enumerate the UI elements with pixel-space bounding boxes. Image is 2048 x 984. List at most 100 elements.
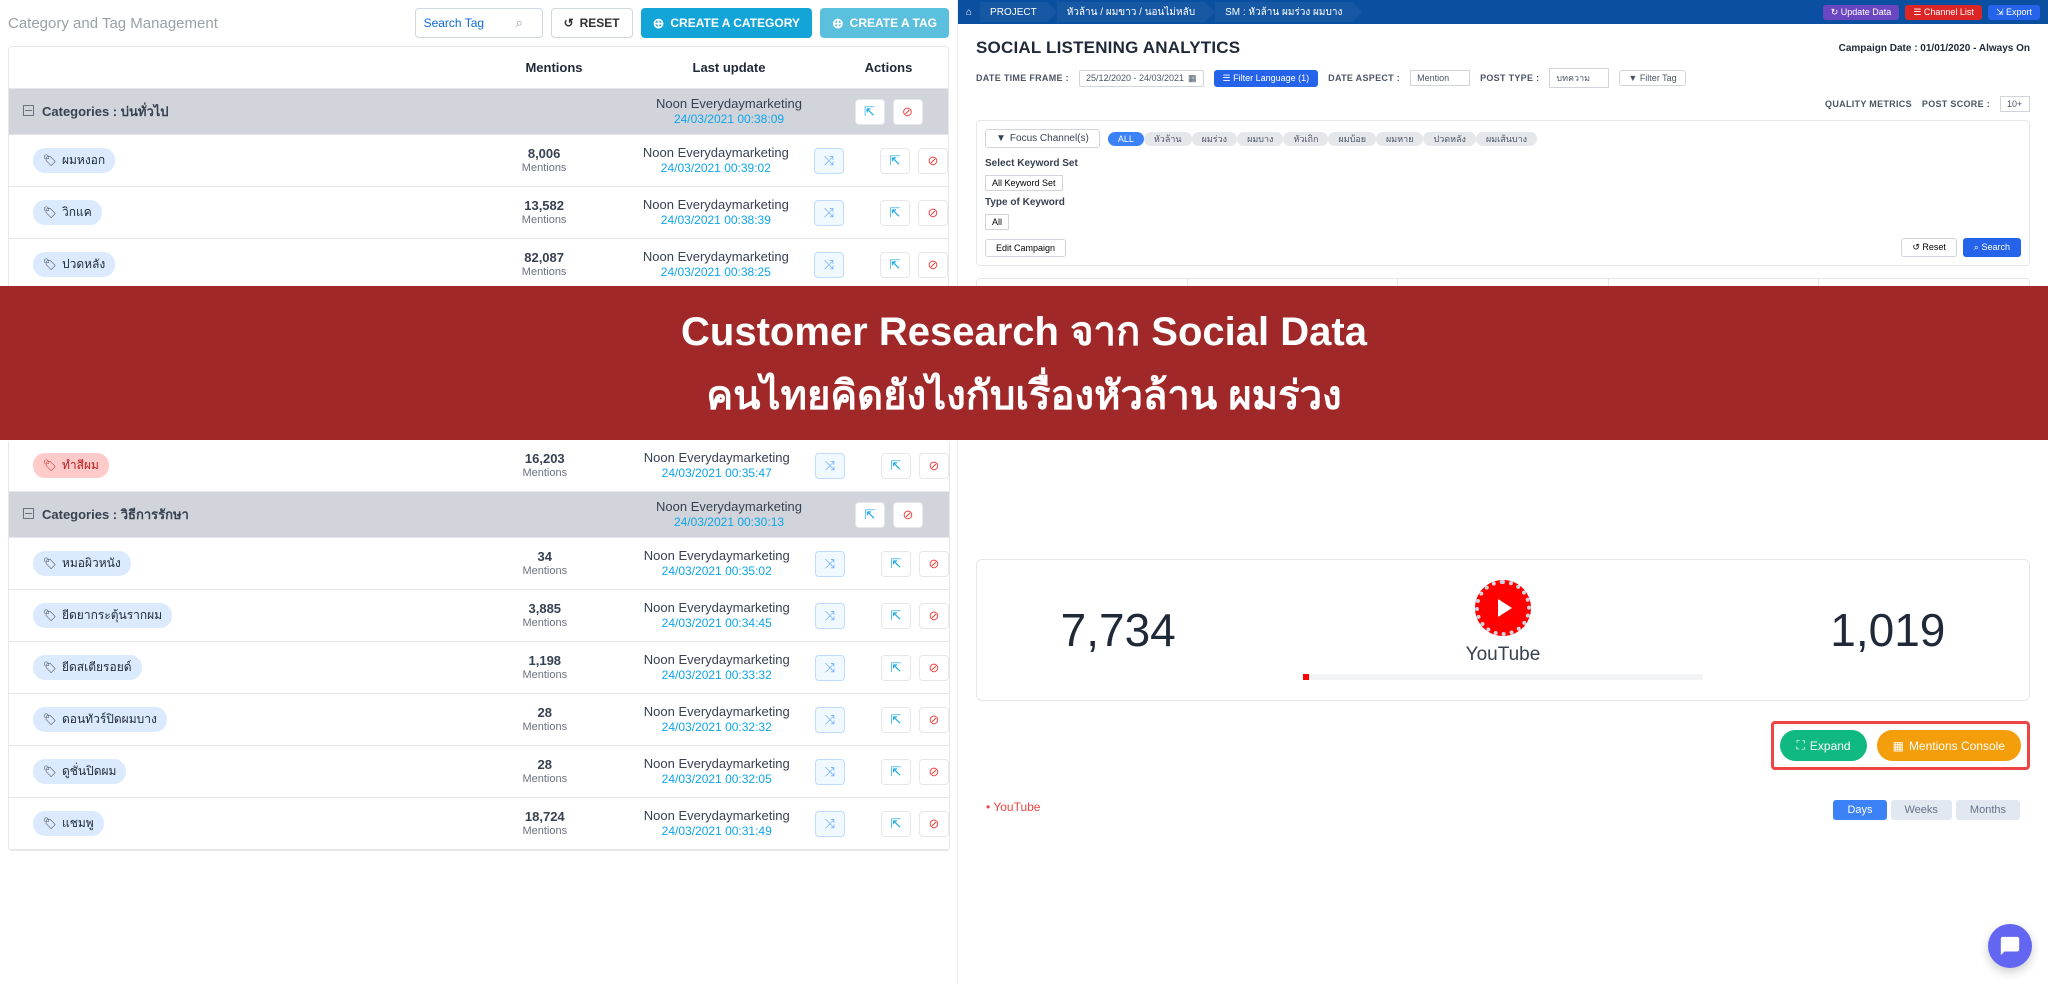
search-input-container[interactable]: ⌕ xyxy=(415,8,543,38)
undo-icon: ↺ xyxy=(564,16,574,30)
table-row: 🏷ดอนทัวร์ปิดผมบาง28MentionsNoon Everyday… xyxy=(9,694,949,746)
tag-chip[interactable]: 🏷วิกแค xyxy=(33,200,102,225)
table-row: 🏷วิกแค13,582MentionsNoon Everydaymarketi… xyxy=(9,187,948,239)
tag-chip[interactable]: 🏷ดูชั่นปิดผม xyxy=(33,759,126,784)
search-button[interactable]: ⌕ Search xyxy=(1963,238,2021,257)
edit-icon[interactable]: ⇱ xyxy=(880,252,910,278)
shuffle-icon[interactable]: ⤨ xyxy=(815,707,845,733)
shuffle-icon[interactable]: ⤨ xyxy=(815,603,845,629)
tag-chip[interactable]: 🏷ยีดสเตียรอยด์ xyxy=(33,655,142,680)
search-icon[interactable]: ⌕ xyxy=(516,15,523,31)
edit-icon[interactable]: ⇱ xyxy=(881,811,911,837)
shuffle-icon[interactable]: ⤨ xyxy=(814,252,844,278)
keyword-set-select[interactable]: All Keyword Set xyxy=(985,175,1063,191)
shuffle-icon[interactable]: ⤨ xyxy=(814,148,844,174)
table-row: 🏷ปวดหลัง82,087MentionsNoon Everydaymarke… xyxy=(9,239,948,291)
filter-pill[interactable]: ผมเส้นบาง xyxy=(1476,132,1537,146)
delete-icon[interactable]: ⊘ xyxy=(918,200,948,226)
search-input[interactable] xyxy=(416,16,516,30)
collapse-icon[interactable] xyxy=(23,105,34,116)
filter-pill[interactable]: ผมบาง xyxy=(1237,132,1283,146)
create-tag-button[interactable]: ⊕CREATE A TAG xyxy=(820,8,949,38)
tag-icon: 🏷 xyxy=(43,206,57,219)
delete-icon[interactable]: ⊘ xyxy=(919,551,949,577)
focus-channels-button[interactable]: ▼Focus Channel(s) xyxy=(985,129,1100,148)
calendar-icon: ▦ xyxy=(1188,73,1197,84)
filter-tag-button[interactable]: ▼ Filter Tag xyxy=(1619,70,1685,86)
youtube-icon xyxy=(1475,580,1531,636)
create-category-button[interactable]: ⊕CREATE A CATEGORY xyxy=(641,8,812,38)
category-group-header[interactable]: Categories : วิธีการรักษาNoon Everydayma… xyxy=(9,492,949,538)
delete-icon[interactable]: ⊘ xyxy=(918,148,948,174)
edit-icon[interactable]: ⇱ xyxy=(881,603,911,629)
delete-icon[interactable]: ⊘ xyxy=(919,453,949,479)
date-aspect-select[interactable]: Mention xyxy=(1410,70,1470,86)
breadcrumb-item[interactable]: SM : หัวล้าน ผมร่วง ผมบาง xyxy=(1215,2,1352,22)
export-button[interactable]: ⇲ Export xyxy=(1988,5,2040,20)
delete-icon[interactable]: ⊘ xyxy=(893,502,923,528)
filter-pill[interactable]: ผมหาย xyxy=(1376,132,1423,146)
tag-icon: 🏷 xyxy=(43,661,57,674)
keyword-type-select[interactable]: All xyxy=(985,214,1009,230)
edit-icon[interactable]: ⇱ xyxy=(881,655,911,681)
delete-icon[interactable]: ⊘ xyxy=(919,759,949,785)
time-tab[interactable]: Months xyxy=(1956,800,2020,820)
edit-icon[interactable]: ⇱ xyxy=(881,551,911,577)
shuffle-icon[interactable]: ⤨ xyxy=(815,551,845,577)
mentions-console-button[interactable]: ▦Mentions Console xyxy=(1877,730,2021,761)
tag-chip[interactable]: 🏷ดอนทัวร์ปิดผมบาง xyxy=(33,707,167,732)
shuffle-icon[interactable]: ⤨ xyxy=(814,200,844,226)
youtube-card: 7,734 YouTube 1,019 xyxy=(976,559,2030,701)
edit-icon[interactable]: ⇱ xyxy=(855,99,885,125)
delete-icon[interactable]: ⊘ xyxy=(919,707,949,733)
expand-button[interactable]: ⛶Expand xyxy=(1780,730,1866,761)
edit-icon[interactable]: ⇱ xyxy=(881,759,911,785)
reset-button[interactable]: ↺ Reset xyxy=(1901,238,1957,257)
breadcrumb-item[interactable]: PROJECT xyxy=(980,2,1047,22)
category-group-header[interactable]: Categories : บ่นทั่วไปNoon Everydaymarke… xyxy=(9,89,948,135)
channel-list-button[interactable]: ☰ Channel List xyxy=(1905,5,1982,20)
delete-icon[interactable]: ⊘ xyxy=(919,603,949,629)
filter-pill[interactable]: หัวล้าน xyxy=(1144,132,1192,146)
filter-pill[interactable]: ผมบ้อย xyxy=(1328,132,1376,146)
tag-chip[interactable]: 🏷ผมหงอก xyxy=(33,148,115,173)
collapse-icon[interactable] xyxy=(23,508,34,519)
delete-icon[interactable]: ⊘ xyxy=(919,655,949,681)
reset-button[interactable]: ↺RESET xyxy=(551,8,633,38)
edit-icon[interactable]: ⇱ xyxy=(881,707,911,733)
time-tab[interactable]: Days xyxy=(1833,800,1886,820)
tag-icon: 🏷 xyxy=(43,154,57,167)
edit-campaign-button[interactable]: Edit Campaign xyxy=(985,239,1066,257)
edit-icon[interactable]: ⇱ xyxy=(881,453,911,479)
tag-chip[interactable]: 🏷ยีดยากระตุ้นรากผม xyxy=(33,603,172,628)
delete-icon[interactable]: ⊘ xyxy=(893,99,923,125)
time-tab[interactable]: Weeks xyxy=(1891,800,1952,820)
delete-icon[interactable]: ⊘ xyxy=(918,252,948,278)
update-data-button[interactable]: ↻ Update Data xyxy=(1823,5,1900,20)
tag-chip[interactable]: 🏷แชมพู xyxy=(33,811,104,836)
shuffle-icon[interactable]: ⤨ xyxy=(815,759,845,785)
tag-chip[interactable]: 🏷ปวดหลัง xyxy=(33,252,115,277)
chat-fab-button[interactable] xyxy=(1988,924,2032,968)
shuffle-icon[interactable]: ⤨ xyxy=(815,811,845,837)
edit-icon[interactable]: ⇱ xyxy=(880,200,910,226)
edit-icon[interactable]: ⇱ xyxy=(855,502,885,528)
filter-pill[interactable]: ALL xyxy=(1108,132,1144,146)
filter-language-button[interactable]: ☰ Filter Language (1) xyxy=(1214,70,1319,87)
post-score-select[interactable]: 10+ xyxy=(2000,96,2030,112)
table-row: 🏷ดูชั่นปิดผม28MentionsNoon Everydaymarke… xyxy=(9,746,949,798)
post-type-select[interactable]: บทความ xyxy=(1549,68,1609,88)
breadcrumb-item[interactable]: หัวล้าน / ผมขาว / นอนไม่หลับ xyxy=(1057,2,1205,22)
delete-icon[interactable]: ⊘ xyxy=(919,811,949,837)
home-icon[interactable]: ⌂ xyxy=(966,7,972,18)
shuffle-icon[interactable]: ⤨ xyxy=(815,655,845,681)
shuffle-icon[interactable]: ⤨ xyxy=(815,453,845,479)
edit-icon[interactable]: ⇱ xyxy=(880,148,910,174)
tag-chip[interactable]: 🏷ทำสีผม xyxy=(33,453,109,478)
tag-icon: 🏷 xyxy=(43,258,57,271)
filter-pill[interactable]: ผมร่วง xyxy=(1192,132,1238,146)
date-picker[interactable]: 25/12/2020 - 24/03/2021 ▦ xyxy=(1079,70,1204,87)
filter-pill[interactable]: หัวเถิก xyxy=(1283,132,1328,146)
filter-pill[interactable]: ปวดหลัง xyxy=(1423,132,1475,146)
tag-chip[interactable]: 🏷หมอผิวหนัง xyxy=(33,551,131,576)
